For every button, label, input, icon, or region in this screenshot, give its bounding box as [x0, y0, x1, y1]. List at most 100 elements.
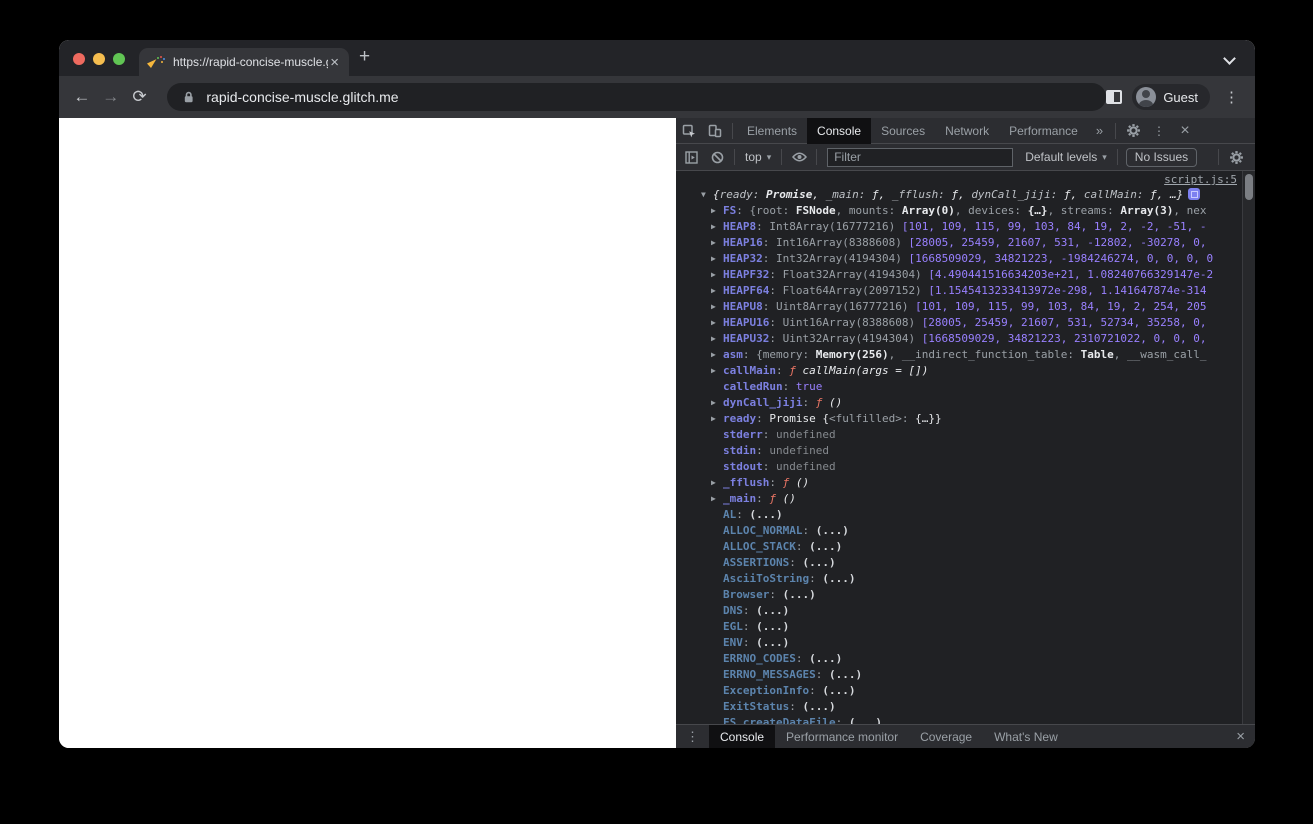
console-text-segment: Int16Array(8388608) — [776, 236, 909, 249]
tab-sources[interactable]: Sources — [871, 118, 935, 144]
console-toolbar: top ▾ Default levels ▾ No Issues — [676, 144, 1255, 171]
filter-input[interactable] — [827, 147, 1014, 167]
console-text-segment: {…} — [915, 412, 935, 425]
console-text-segment: FSNode — [795, 204, 836, 217]
console-text-segment: EGL — [723, 620, 743, 633]
disclosure-triangle-icon[interactable]: ▼ — [701, 187, 713, 203]
console-sidebar-icon[interactable] — [678, 144, 704, 170]
console-text-segment: : — [795, 652, 810, 665]
close-window-button[interactable] — [73, 53, 85, 65]
drawer-tab-performance-monitor[interactable]: Performance monitor — [775, 725, 909, 749]
source-link[interactable]: script.js:5 — [1164, 173, 1237, 186]
frame-context-dropdown[interactable]: top ▾ — [739, 150, 777, 164]
divider — [816, 149, 818, 165]
tab-elements[interactable]: Elements — [737, 118, 807, 144]
disclosure-triangle-icon[interactable]: ▶ — [711, 411, 723, 427]
memory-inspector-icon[interactable] — [1188, 188, 1201, 200]
console-text-segment: ERRNO_CODES — [723, 652, 796, 665]
console-text-segment: callMain: — [1083, 188, 1151, 201]
back-button[interactable]: ← — [69, 84, 95, 110]
console-line: ▶ _main: ƒ () — [676, 491, 1255, 507]
console-line: AsciiToString: (...) — [676, 571, 1255, 587]
console-line: ▶ FS: {root: FSNode, mounts: Array(0), de… — [676, 203, 1255, 219]
console-text-segment: (...) — [822, 572, 856, 585]
disclosure-triangle-icon[interactable]: ▶ — [711, 395, 723, 411]
console-line: ENV: (...) — [676, 635, 1255, 651]
url-bar[interactable]: rapid-concise-muscle.glitch.me — [167, 83, 1107, 111]
console-text-segment: ALLOC_NORMAL — [723, 524, 803, 537]
log-levels-dropdown[interactable]: Default levels ▾ — [1019, 150, 1113, 164]
disclosure-triangle-icon[interactable]: ▶ — [711, 299, 723, 315]
console-text-segment: {…} — [1027, 204, 1048, 217]
inspect-element-icon[interactable] — [676, 118, 702, 144]
disclosure-triangle-icon[interactable]: ▶ — [711, 267, 723, 283]
console-text-segment: : — [742, 636, 757, 649]
divider — [734, 149, 735, 165]
console-text-segment: <fulfilled> — [828, 412, 902, 425]
drawer-tab-coverage[interactable]: Coverage — [909, 725, 983, 749]
disclosure-triangle-icon[interactable]: ▶ — [711, 219, 723, 235]
clear-console-icon[interactable] — [704, 144, 730, 170]
console-line: ExitStatus: (...) — [676, 699, 1255, 715]
drawer-tab-console[interactable]: Console — [709, 724, 776, 748]
console-text-segment: _main — [723, 492, 757, 505]
disclosure-triangle-icon[interactable]: ▶ — [711, 251, 723, 267]
tab-performance[interactable]: Performance — [999, 118, 1088, 144]
console-settings-gear-icon[interactable] — [1223, 144, 1249, 170]
console-text-segment: : — [789, 556, 803, 569]
disclosure-triangle-icon[interactable]: ▶ — [711, 363, 723, 379]
reload-button[interactable]: ⟳ — [127, 84, 153, 110]
disclosure-triangle-icon[interactable]: ▶ — [711, 283, 723, 299]
devtools-menu-icon[interactable]: ⋮ — [1146, 118, 1172, 144]
console-text-segment: : — [762, 300, 776, 313]
console-line: calledRun: true — [676, 379, 1255, 395]
console-line: Browser: (...) — [676, 587, 1255, 603]
page-viewport — [59, 118, 676, 748]
disclosure-triangle-icon[interactable]: ▶ — [711, 235, 723, 251]
zoom-window-button[interactable] — [113, 53, 125, 65]
console-text-segment: Browser — [723, 588, 770, 601]
log-levels-label: Default levels — [1025, 150, 1098, 164]
drawer-tab-bar: ⋮ Console Performance monitor Coverage W… — [676, 724, 1255, 748]
console-text-segment: : — [769, 316, 783, 329]
settings-gear-icon[interactable] — [1120, 118, 1146, 144]
disclosure-triangle-icon[interactable]: ▶ — [711, 475, 723, 491]
disclosure-triangle-icon[interactable]: ▶ — [711, 331, 723, 347]
drawer-menu-icon[interactable]: ⋮ — [676, 729, 709, 745]
tab-close-icon[interactable]: × — [328, 55, 341, 70]
drawer-close-icon[interactable]: × — [1226, 728, 1255, 745]
scrollbar-thumb[interactable] — [1245, 174, 1253, 200]
profile-button[interactable]: Guest — [1132, 84, 1210, 110]
console-text-segment: ExitStatus — [723, 700, 790, 713]
console-text-segment: : — [789, 700, 803, 713]
disclosure-triangle-icon[interactable]: ▶ — [711, 203, 723, 219]
console-line: ▶ ready: Promise {<fulfilled>: {…}} — [676, 411, 1255, 427]
console-text-segment: undefined — [769, 444, 829, 457]
forward-button[interactable]: → — [98, 84, 124, 110]
console-text-segment: [28005, 25459, 21607, 531, -12802, -3027… — [908, 236, 1207, 249]
console-text-segment: dynCall_jiji: — [971, 188, 1065, 201]
devtools-close-icon[interactable]: × — [1172, 118, 1198, 144]
more-tabs-button[interactable]: » — [1088, 123, 1111, 138]
console-text-segment: HEAPF32 — [723, 268, 770, 281]
disclosure-triangle-icon[interactable]: ▶ — [711, 347, 723, 363]
live-expression-eye-icon[interactable] — [786, 144, 812, 170]
console-line: ERRNO_MESSAGES: (...) — [676, 667, 1255, 683]
chevron-down-icon[interactable] — [1225, 53, 1235, 63]
side-panel-icon[interactable] — [1106, 90, 1123, 104]
device-toolbar-icon[interactable] — [702, 118, 728, 144]
console-text-segment: () — [782, 492, 796, 505]
tab-network[interactable]: Network — [935, 118, 999, 144]
new-tab-button[interactable]: + — [359, 46, 370, 68]
disclosure-triangle-icon[interactable]: ▶ — [711, 315, 723, 331]
caret-down-icon: ▾ — [766, 151, 772, 162]
browser-menu-icon[interactable]: ⋮ — [1220, 88, 1243, 106]
minimize-window-button[interactable] — [93, 53, 105, 65]
browser-tab[interactable]: https://rapid-concise-muscle.g × — [139, 48, 349, 76]
tab-console[interactable]: Console — [807, 117, 872, 144]
console-scrollbar[interactable] — [1242, 171, 1255, 724]
disclosure-triangle-icon[interactable]: ▶ — [711, 491, 723, 507]
console-text-segment: [28005, 25459, 21607, 531, 52734, 35258,… — [921, 316, 1207, 329]
issues-button[interactable]: No Issues — [1125, 147, 1198, 167]
drawer-tab-whats-new[interactable]: What's New — [983, 725, 1069, 749]
